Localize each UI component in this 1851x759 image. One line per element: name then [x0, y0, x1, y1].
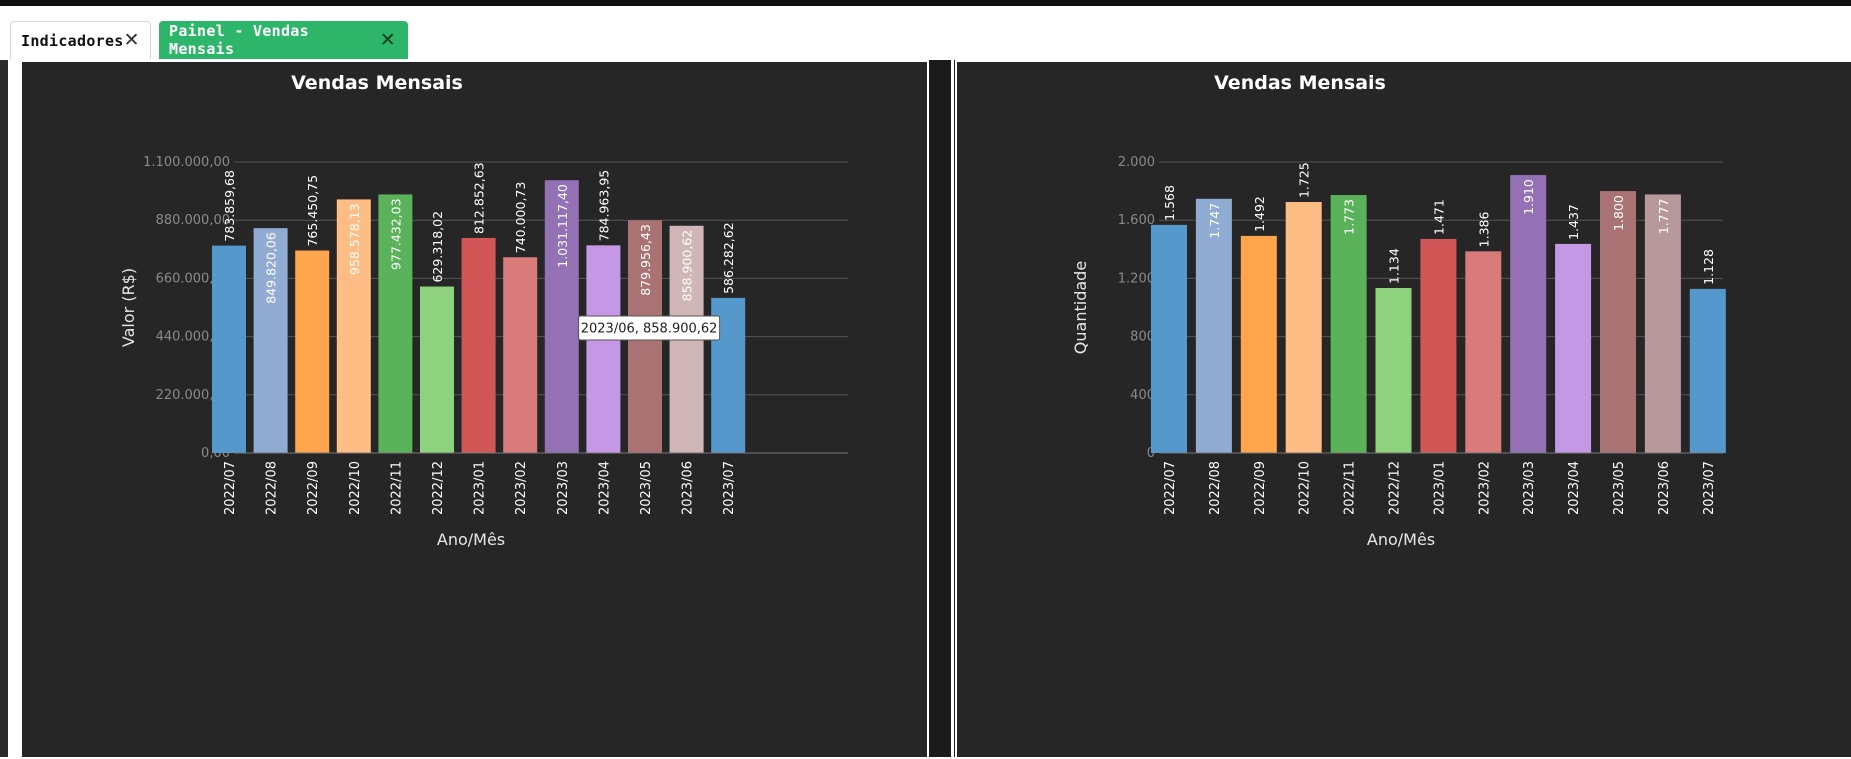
- x-tick-label: 2022/10: [348, 461, 363, 515]
- bar[interactable]: [1285, 202, 1322, 453]
- bar[interactable]: [1151, 224, 1187, 453]
- bar[interactable]: [1465, 251, 1502, 453]
- chart-panel-quantidade: Vendas Mensais 0 400 800 1.200 1.600 2.000 Quan…: [955, 60, 1851, 757]
- x-tick-label: 2022/07: [1163, 461, 1178, 515]
- chart-quantidade: Vendas Mensais04008001.2001.6002.000Quan…: [1071, 72, 1726, 549]
- hover-tooltip: 2023/06, 858.900,62: [578, 315, 721, 341]
- data-label: 858.900,62: [680, 230, 695, 302]
- x-tick-label: 2023/01: [1432, 461, 1447, 515]
- tab-painel-vendas-mensais[interactable]: Painel - Vendas Mensais ✕: [159, 21, 408, 59]
- x-tick-label: 2023/01: [473, 461, 488, 515]
- chart-panel-valor: Vendas Mensais 0,00 220.000,00 440.000,00 66…: [20, 60, 929, 757]
- x-tick-label: 2022/11: [389, 461, 404, 515]
- x-tick-label: 2023/04: [597, 461, 612, 515]
- y-tick-label: 2.000: [1118, 155, 1155, 170]
- data-label: 784.963,95: [596, 170, 611, 242]
- x-axis-title: Ano/Mês: [1367, 530, 1435, 549]
- y-axis-title: Quantidade: [1071, 261, 1090, 354]
- data-label: 1.471: [1431, 199, 1446, 235]
- x-tick-label: 2023/03: [556, 461, 571, 515]
- data-label: 1.031.117,40: [555, 184, 570, 268]
- x-tick-label: 2022/12: [431, 461, 446, 515]
- x-tick-label: 2023/07: [722, 461, 737, 515]
- bar[interactable]: [503, 257, 538, 453]
- data-label: 1.725: [1297, 162, 1312, 198]
- x-tick-label: 2023/04: [1567, 461, 1582, 515]
- chart-valor: Vendas Mensais0,00220.000,00440.000,0066…: [119, 72, 848, 549]
- x-tick-label: 2023/05: [639, 461, 654, 515]
- bar[interactable]: [212, 245, 246, 453]
- data-label: 586.282,62: [721, 222, 736, 294]
- data-label: 740.000,73: [513, 182, 528, 254]
- data-label: 879.956,43: [638, 224, 653, 296]
- data-label: 1.800: [1611, 195, 1626, 231]
- data-label: 783.859,68: [222, 170, 237, 242]
- data-label: 1.747: [1207, 203, 1222, 239]
- x-tick-label: 2023/02: [514, 461, 529, 515]
- data-label: 1.777: [1656, 198, 1671, 234]
- data-label: 1.386: [1476, 212, 1491, 248]
- bar[interactable]: [1240, 235, 1277, 453]
- data-label: 1.492: [1252, 196, 1267, 232]
- x-tick-label: 2022/08: [1208, 461, 1223, 515]
- x-axis-title: Ano/Mês: [437, 530, 505, 549]
- x-tick-label: 2023/06: [681, 461, 696, 515]
- x-tick-label: 2022/08: [265, 461, 280, 515]
- left-edge: [0, 60, 8, 757]
- bar[interactable]: [1420, 238, 1457, 453]
- data-label: 1.773: [1342, 199, 1357, 235]
- chart-title: Vendas Mensais: [1214, 72, 1386, 94]
- data-label: 1.910: [1521, 179, 1536, 215]
- y-tick-label: 1.200: [1118, 271, 1155, 286]
- y-axis-title: Valor (R$): [119, 268, 138, 347]
- x-tick-label: 2022/09: [306, 461, 321, 515]
- left-divider: [8, 60, 20, 757]
- x-tick-label: 2023/06: [1657, 461, 1672, 515]
- x-tick-label: 2022/09: [1253, 461, 1268, 515]
- data-label: 958.578,13: [347, 203, 362, 275]
- bar[interactable]: [1689, 288, 1726, 453]
- chart-title: Vendas Mensais: [291, 72, 463, 94]
- x-tick-label: 2022/11: [1343, 461, 1358, 515]
- y-tick-label: 880.000,00: [156, 213, 230, 228]
- x-tick-label: 2022/10: [1298, 461, 1313, 515]
- x-tick-label: 2022/12: [1388, 461, 1403, 515]
- bar[interactable]: [1555, 243, 1592, 453]
- y-tick-label: 1.600: [1118, 213, 1155, 228]
- x-tick-label: 2023/07: [1702, 461, 1717, 515]
- tab-bar: Indicadores ✕ Painel - Vendas Mensais ✕: [0, 6, 1851, 60]
- bar[interactable]: [461, 237, 496, 453]
- data-label: 977.432,03: [388, 198, 403, 270]
- bar[interactable]: [1510, 175, 1547, 453]
- x-tick-label: 2023/05: [1612, 461, 1627, 515]
- panel-divider[interactable]: [951, 60, 954, 757]
- data-label: 849.820,06: [264, 232, 279, 304]
- x-tick-label: 2022/07: [223, 461, 238, 515]
- y-tick-label: 1.100.000,00: [143, 155, 230, 170]
- bar[interactable]: [295, 250, 330, 453]
- data-label: 812.852,63: [472, 162, 487, 234]
- close-icon[interactable]: ✕: [380, 30, 396, 50]
- bar[interactable]: [1375, 288, 1412, 453]
- data-label: 629.318,02: [430, 211, 445, 283]
- tab-indicadores-label: Indicadores: [21, 31, 124, 50]
- bar[interactable]: [586, 245, 621, 453]
- data-label: 1.568: [1162, 185, 1177, 221]
- data-label: 1.437: [1566, 204, 1581, 240]
- bar[interactable]: [420, 286, 454, 453]
- data-label: 1.128: [1701, 249, 1716, 285]
- tab-painel-label: Painel - Vendas Mensais: [169, 22, 309, 58]
- tooltip-text: 2023/06, 858.900,62: [581, 322, 718, 337]
- tab-indicadores[interactable]: Indicadores ✕: [10, 21, 151, 59]
- data-label: 765.450,75: [305, 175, 320, 247]
- close-icon[interactable]: ✕: [124, 31, 140, 50]
- x-tick-label: 2023/02: [1477, 461, 1492, 515]
- data-label: 1.134: [1387, 248, 1402, 284]
- x-tick-label: 2023/03: [1522, 461, 1537, 515]
